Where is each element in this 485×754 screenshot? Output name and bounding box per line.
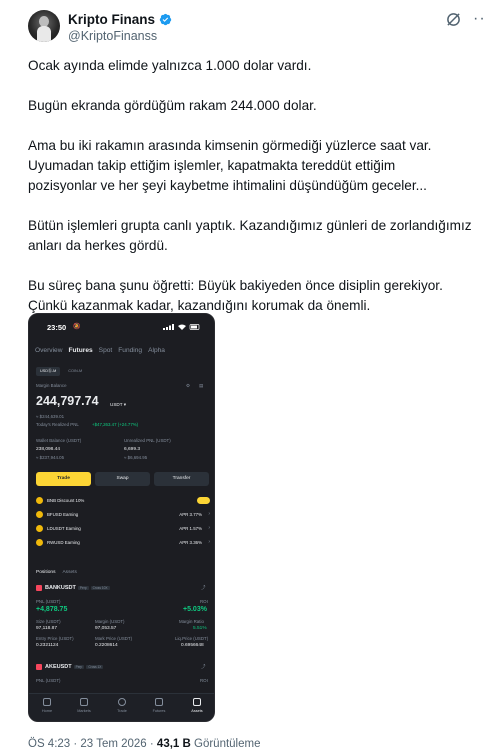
pnl-label: PNL (USDT) bbox=[36, 599, 61, 604]
bell-icon: 🔕 bbox=[73, 324, 81, 330]
tweet-body: Ocak ayında elimde yalnızca 1.000 dolar … bbox=[28, 56, 480, 336]
realized-pnl-value: +$47,263.47 (+24.77%) bbox=[92, 422, 139, 427]
bnb-coin-icon bbox=[36, 497, 43, 504]
realized-pnl-label: Today's Realized PNL bbox=[36, 422, 79, 427]
margin-ratio-label: Margin Ratio bbox=[179, 619, 204, 624]
views-label: Görüntüleme bbox=[190, 738, 261, 750]
tweet-timestamp[interactable]: ÖS 4:23 · 23 Tem 2026 · bbox=[28, 738, 157, 750]
swap-button[interactable]: Swap bbox=[95, 472, 150, 486]
earn-row-ldusdt[interactable]: LDUSDT Earning APR 1.57% › bbox=[36, 524, 210, 536]
tweet-paragraph: Ama bu iki rakamın arasında kimsenin gör… bbox=[28, 138, 432, 193]
wallet-balance-label: Wallet Balance (USDT) bbox=[36, 438, 82, 443]
phone-tabs: Overview Futures Spot Funding Alpha bbox=[35, 347, 165, 354]
position-symbol[interactable]: BANKUSDT Perp Cross 10X bbox=[45, 585, 110, 591]
verified-badge-icon bbox=[159, 13, 172, 26]
positions-tabs: Positions Assets bbox=[36, 570, 77, 575]
earn-row-bnb[interactable]: BNB Discount 10% bbox=[36, 496, 210, 508]
transfer-button[interactable]: Transfer bbox=[154, 472, 209, 486]
history-icon[interactable]: ▤ bbox=[199, 383, 203, 389]
tab-positions[interactable]: Positions bbox=[36, 570, 55, 575]
phone-time: 23:50 bbox=[47, 323, 67, 332]
nav-trade[interactable]: Trade bbox=[107, 698, 137, 713]
nav-futures[interactable]: Futures bbox=[144, 698, 174, 713]
tweet-paragraph: Bütün işlemleri grupta canlı yaptık. Kaz… bbox=[28, 218, 472, 253]
tab-spot[interactable]: Spot bbox=[99, 347, 113, 354]
author-handle[interactable]: @KriptoFinanss bbox=[68, 29, 157, 43]
position-symbol[interactable]: AKEUSDT Perp Cross 1X bbox=[45, 664, 104, 670]
unrealized-usd: ≈ $6,694.95 bbox=[124, 455, 148, 460]
entry-price-label: Entry Price (USDT) bbox=[36, 636, 74, 641]
chevron-right-icon: › bbox=[208, 525, 210, 531]
roi-label: ROI bbox=[200, 678, 208, 683]
mark-price-label: Mark Price (USDT) bbox=[95, 636, 133, 641]
grok-icon[interactable] bbox=[446, 12, 461, 27]
liq-price-label: Liq.Price (USDT) bbox=[175, 636, 209, 641]
wallet-balance-value: 238,098.44 bbox=[36, 447, 61, 452]
pnl-value: +4,878.75 bbox=[36, 606, 68, 613]
nav-markets[interactable]: Markets bbox=[69, 698, 99, 713]
ake-token-icon bbox=[36, 664, 42, 670]
tweet-footer: ÖS 4:23 · 23 Tem 2026 · 43,1 B Görüntüle… bbox=[28, 738, 261, 750]
roi-label: ROI bbox=[200, 599, 208, 604]
tweet-header: Kripto Finans @KriptoFinanss ··· bbox=[28, 10, 485, 46]
unrealized-pnl-value: 6,699.3 bbox=[124, 447, 141, 452]
tab-assets[interactable]: Assets bbox=[62, 570, 76, 575]
earn-row-bfusd[interactable]: BFUSD Earning APR 3.77% › bbox=[36, 510, 210, 522]
author-name-row: Kripto Finans bbox=[68, 12, 172, 27]
margin-ratio-value: 5.51% bbox=[193, 626, 207, 631]
nav-assets[interactable]: Assets bbox=[182, 698, 212, 713]
margin-label: Margin (USDT) bbox=[95, 619, 125, 624]
phone-subtabs: USDⓈ-M COIN-M bbox=[36, 367, 86, 376]
margin-usd: ≈ $244,639.01 bbox=[36, 414, 65, 419]
ldusdt-coin-icon bbox=[36, 525, 43, 532]
entry-price-value: 0.2321124 bbox=[36, 643, 59, 648]
margin-unit[interactable]: USDT ▾ bbox=[110, 402, 126, 408]
subtab-usdm[interactable]: USDⓈ-M bbox=[36, 367, 61, 376]
margin-balance-value: 244,797.74 bbox=[36, 394, 99, 408]
trade-button[interactable]: Trade bbox=[36, 472, 91, 486]
tab-futures[interactable]: Futures bbox=[68, 347, 92, 354]
bank-token-icon bbox=[36, 585, 42, 591]
tab-funding[interactable]: Funding bbox=[118, 347, 142, 354]
view-count: 43,1 B bbox=[156, 738, 191, 750]
home-icon bbox=[43, 698, 51, 706]
markets-icon bbox=[80, 698, 88, 706]
wallet-usd: ≈ $237,944.05 bbox=[36, 455, 65, 460]
signal-wifi-battery-icon bbox=[163, 324, 200, 330]
margin-value: 97,053.57 bbox=[95, 626, 117, 631]
author-name[interactable]: Kripto Finans bbox=[68, 12, 155, 27]
unrealized-pnl-label: Unrealized PNL (USDT) bbox=[124, 438, 171, 443]
roi-value: +5.03% bbox=[183, 606, 207, 613]
tab-overview[interactable]: Overview bbox=[35, 347, 62, 354]
rwusd-coin-icon bbox=[36, 539, 43, 546]
liq-price-value: 0.6956648 bbox=[181, 643, 204, 648]
share-icon[interactable]: ⤴ bbox=[201, 664, 205, 670]
futures-icon bbox=[155, 698, 163, 706]
mark-price-value: 0.2208614 bbox=[95, 643, 118, 648]
share-icon[interactable]: ⤴ bbox=[201, 585, 205, 591]
size-label: Size (USDT) bbox=[36, 619, 61, 624]
tab-alpha[interactable]: Alpha bbox=[148, 347, 165, 354]
subtab-coinm[interactable]: COIN-M bbox=[64, 367, 86, 376]
chevron-right-icon: › bbox=[208, 511, 210, 517]
avatar[interactable] bbox=[28, 10, 60, 42]
phone-bottom-nav: Home Markets Trade Futures Assets bbox=[29, 693, 214, 721]
margin-balance-label: Margin Balance bbox=[36, 383, 67, 388]
wallet-icon bbox=[193, 698, 201, 706]
more-options-icon[interactable]: ··· bbox=[473, 10, 485, 28]
bfusd-coin-icon bbox=[36, 511, 43, 518]
trade-icon bbox=[118, 698, 126, 706]
earn-row-rwusd[interactable]: RWUSD Earning APR 3.36% › bbox=[36, 538, 210, 550]
nav-home[interactable]: Home bbox=[32, 698, 62, 713]
pnl-label: PNL (USDT) bbox=[36, 678, 61, 683]
tweet-paragraph: Ocak ayında elimde yalnızca 1.000 dolar … bbox=[28, 58, 312, 73]
attached-screenshot[interactable]: 23:50 🔕 Overview Futures Spot Funding Al… bbox=[28, 313, 215, 722]
tweet-paragraph: Bu süreç bana şunu öğretti: Büyük bakiye… bbox=[28, 278, 443, 313]
size-value: 97,118.87 bbox=[36, 626, 57, 631]
tweet-paragraph: Bugün ekranda gördüğüm rakam 244.000 dol… bbox=[28, 98, 317, 113]
bnb-discount-toggle[interactable] bbox=[197, 497, 210, 504]
phone-status-bar: 23:50 🔕 bbox=[29, 314, 214, 336]
settings-icon[interactable]: ⚙ bbox=[186, 383, 190, 389]
chevron-right-icon: › bbox=[208, 539, 210, 545]
